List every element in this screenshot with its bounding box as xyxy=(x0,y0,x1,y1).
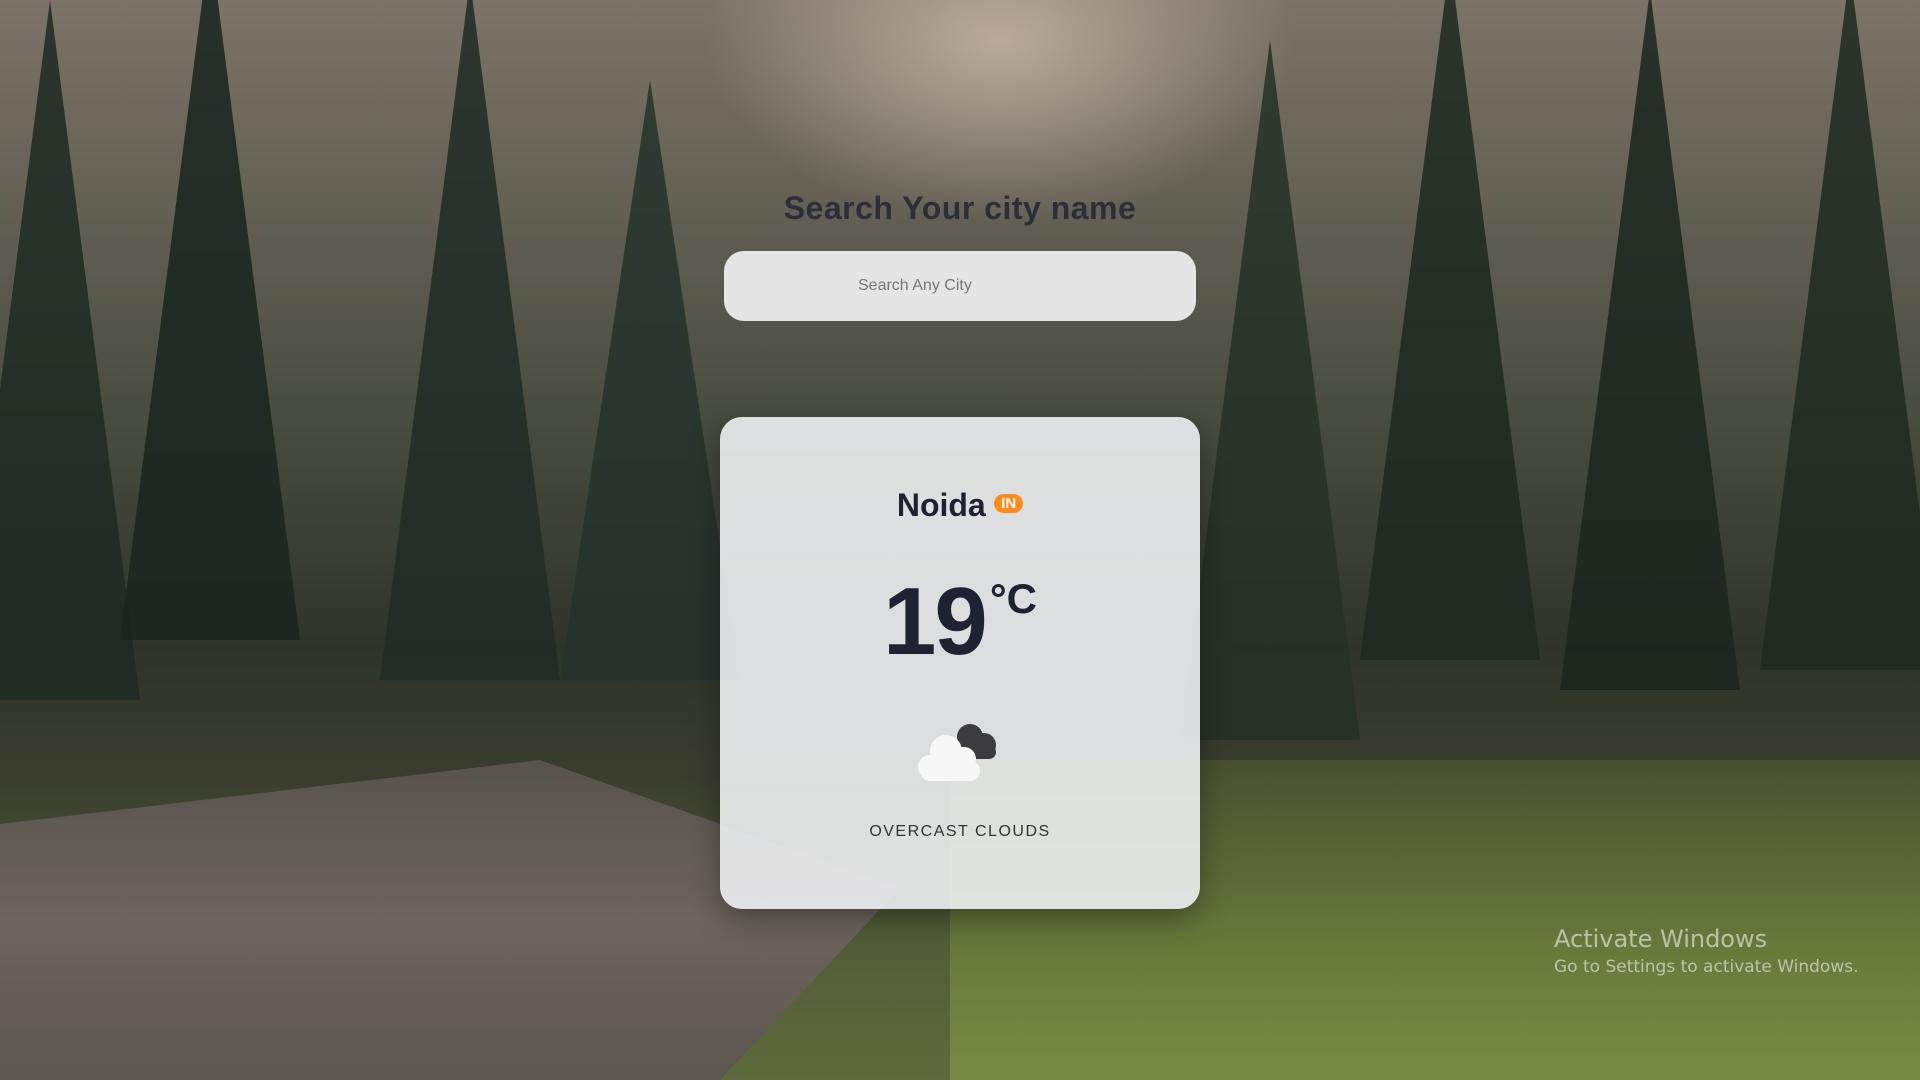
watermark-subtitle: Go to Settings to activate Windows. xyxy=(1554,957,1859,977)
city-search-input[interactable] xyxy=(724,251,1196,321)
background-tree xyxy=(1760,0,1920,670)
windows-activation-watermark: Activate Windows Go to Settings to activ… xyxy=(1554,925,1859,977)
watermark-title: Activate Windows xyxy=(1554,925,1768,953)
temperature-unit: °C xyxy=(989,575,1037,622)
page-title: Search Your city name xyxy=(783,190,1137,226)
background-tree xyxy=(1560,0,1740,690)
background-tree xyxy=(120,0,300,640)
background-tree xyxy=(0,0,140,700)
weather-card: Noida IN 19°C OVERCAST CLOUDS xyxy=(720,417,1200,909)
background-tree xyxy=(380,0,560,680)
background-tree xyxy=(560,80,740,680)
temperature-display: 19°C xyxy=(720,567,1200,677)
temperature-value: 19 xyxy=(883,568,988,675)
city-name: Noida xyxy=(896,487,986,523)
background-tree xyxy=(1360,0,1540,660)
overcast-clouds-icon xyxy=(918,724,996,781)
location-row: Noida IN xyxy=(720,487,1200,524)
background-tree xyxy=(1180,40,1360,740)
weather-description: OVERCAST CLOUDS xyxy=(869,823,1051,840)
country-badge: IN xyxy=(994,494,1024,513)
